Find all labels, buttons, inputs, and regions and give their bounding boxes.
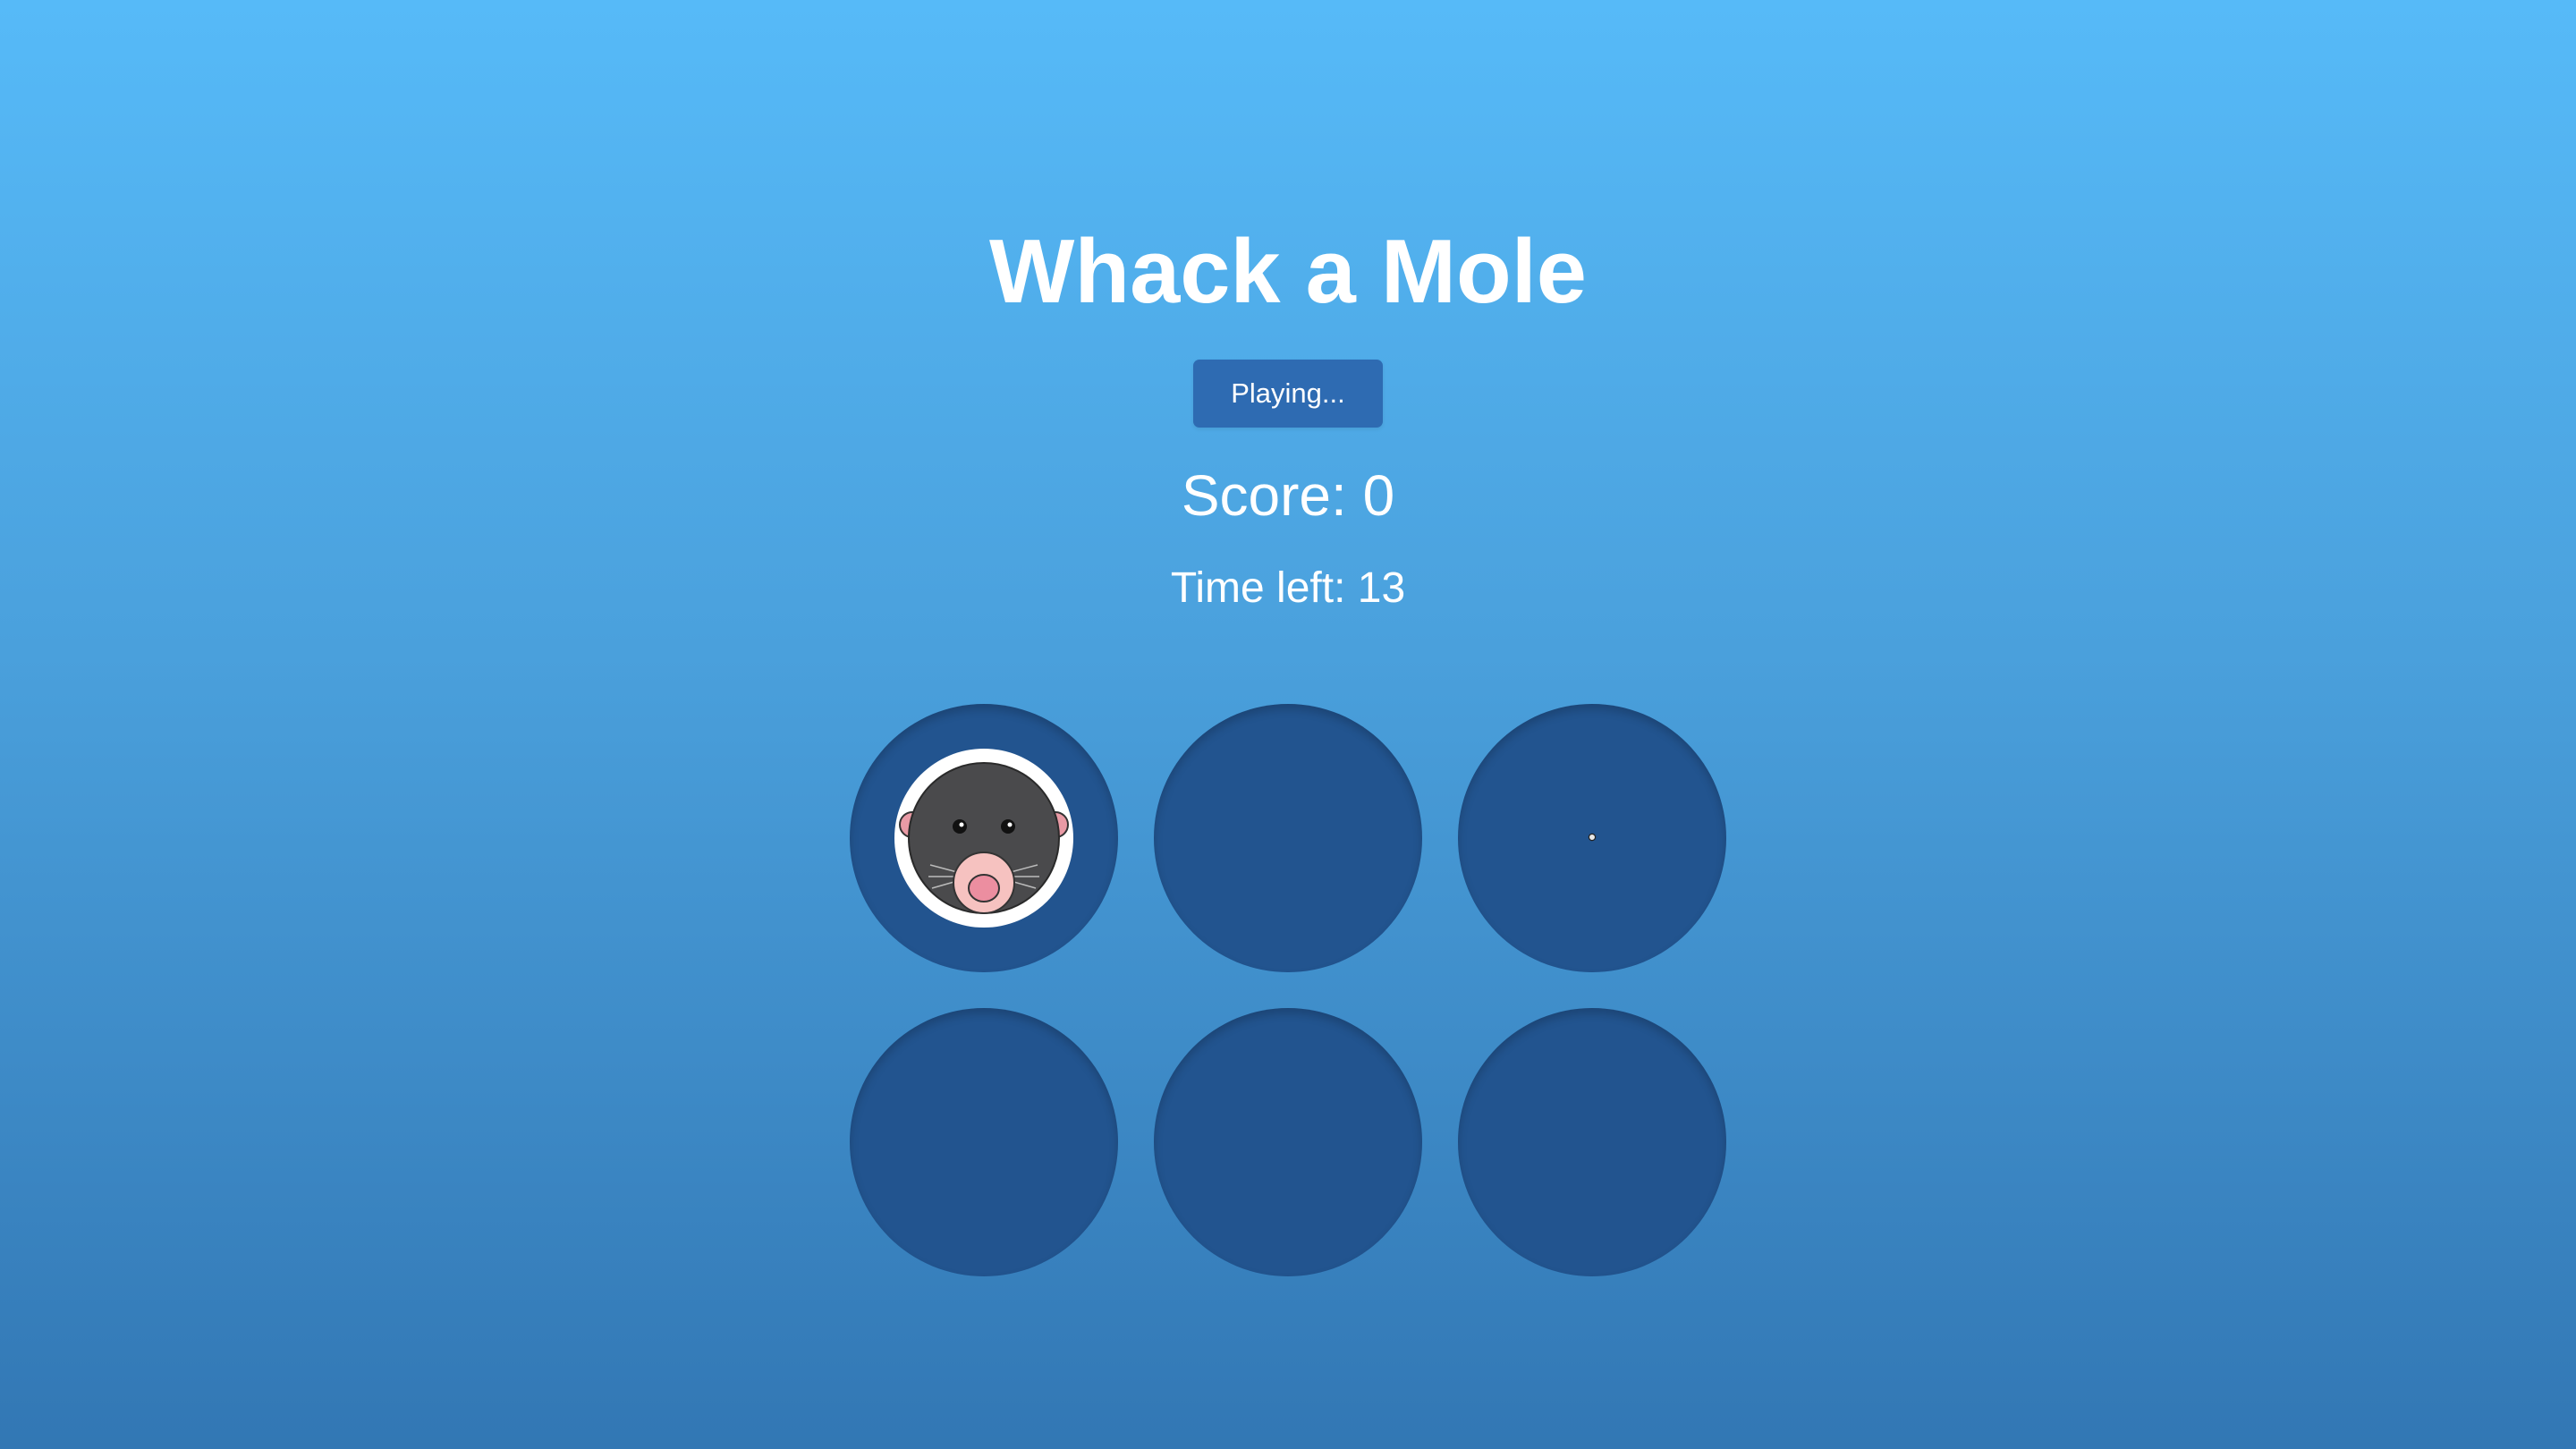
time-value: 13 xyxy=(1357,564,1406,612)
game-title: Whack a Mole xyxy=(989,222,1587,322)
score-value: 0 xyxy=(1362,463,1395,528)
time-label: Time left: xyxy=(1170,564,1346,612)
mole[interactable] xyxy=(894,749,1073,928)
score-display: Score: 0 xyxy=(0,460,2576,531)
hole-1[interactable] xyxy=(850,704,1118,972)
hole-5[interactable] xyxy=(1154,1008,1422,1276)
hole-4[interactable] xyxy=(850,1008,1118,1276)
hole-6[interactable] xyxy=(1458,1008,1726,1276)
hole-3[interactable] xyxy=(1458,704,1726,972)
mole-icon xyxy=(899,762,1069,914)
game-board xyxy=(850,704,1726,1276)
hole-2[interactable] xyxy=(1154,704,1422,972)
timer-display: Time left: 13 xyxy=(0,562,2576,615)
start-button[interactable]: Playing... xyxy=(1193,360,1383,428)
score-label: Score: xyxy=(1181,463,1347,528)
mouse-cursor-icon xyxy=(1588,833,1597,842)
